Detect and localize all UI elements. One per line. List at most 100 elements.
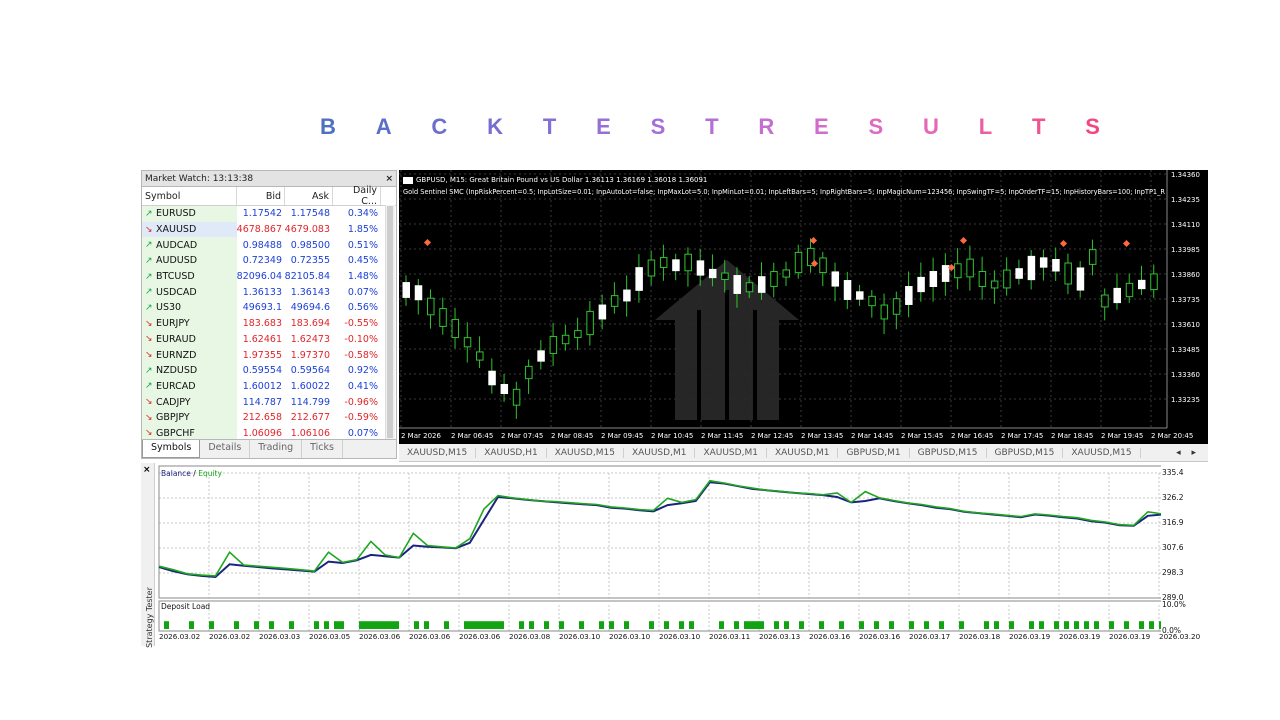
tab-scroll-arrows[interactable]: ◂ ▸ bbox=[1168, 448, 1208, 458]
market-watch-row[interactable]: ↗ BTCUSD 82096.04 82105.84 1.48% bbox=[142, 268, 396, 285]
symbol-cell[interactable]: ↘ EURJPY bbox=[142, 315, 237, 332]
bid-cell: 0.59554 bbox=[242, 365, 282, 377]
x-tick-label: 2026.03.18 bbox=[959, 632, 1001, 641]
arrow-up-icon: ↗ bbox=[145, 208, 153, 219]
change-cell: -0.59% bbox=[344, 412, 378, 424]
column-header-bid[interactable]: Bid bbox=[237, 187, 285, 205]
symbol-cell[interactable]: ↗ AUDUSD bbox=[142, 253, 237, 269]
column-header-ask[interactable]: Ask bbox=[285, 187, 333, 205]
symbol-cell[interactable]: ↗ BTCUSD bbox=[142, 268, 237, 285]
deposit-bar bbox=[924, 621, 929, 629]
market-watch-row[interactable]: ↘ EURAUD 1.62461 1.62473 -0.10% bbox=[142, 331, 396, 348]
symbol-cell[interactable]: ↗ US30 bbox=[142, 300, 237, 316]
x-tick-label: 2 Mar 09:45 bbox=[601, 432, 643, 440]
market-watch-row[interactable]: ↗ AUDUSD 0.72349 0.72355 0.45% bbox=[142, 253, 396, 269]
price-chart[interactable]: 1.34360 1.34235 1.34110 1.33985 1.33860 1.337… bbox=[399, 170, 1208, 444]
x-tick-label: 2 Mar 17:45 bbox=[1001, 432, 1043, 440]
y-tick-label: 335.4 bbox=[1162, 468, 1184, 477]
deposit-bar bbox=[624, 621, 629, 629]
scrollbar-thumb[interactable] bbox=[387, 206, 393, 438]
column-header-daily-change[interactable]: Daily C... bbox=[333, 185, 381, 207]
market-watch-row[interactable]: ↗ EURCAD 1.60012 1.60022 0.41% bbox=[142, 378, 396, 395]
market-watch-row[interactable]: ↗ AUDCAD 0.98488 0.98500 0.51% bbox=[142, 237, 396, 254]
chart-tab[interactable]: XAUUSD,M15 bbox=[547, 447, 624, 458]
x-tick-label: 2 Mar 12:45 bbox=[751, 432, 793, 440]
chart-tab[interactable]: GBPUSD,M1 bbox=[838, 447, 910, 458]
symbol-cell[interactable]: ↘ CADJPY bbox=[142, 394, 237, 410]
deposit-bar bbox=[359, 621, 364, 629]
chart-tab[interactable]: XAUUSD,M1 bbox=[695, 447, 767, 458]
close-icon[interactable]: × bbox=[385, 174, 393, 184]
market-watch-row[interactable]: ↗ USDCAD 1.36133 1.36143 0.07% bbox=[142, 284, 396, 301]
deposit-bar bbox=[544, 621, 549, 629]
symbol-name: GBPCHF bbox=[156, 427, 195, 439]
heading-letter: R bbox=[758, 114, 775, 139]
candle-body bbox=[782, 269, 790, 278]
trade-marker bbox=[1122, 239, 1131, 248]
tab-symbols[interactable]: Symbols bbox=[142, 440, 201, 458]
tab-details[interactable]: Details bbox=[200, 440, 251, 458]
chart-tab[interactable]: XAUUSD,M15 bbox=[1063, 447, 1141, 458]
deposit-bar bbox=[469, 621, 474, 629]
candle-body bbox=[966, 258, 974, 278]
chart-tab[interactable]: GBPUSD,M15 bbox=[910, 447, 987, 458]
symbol-cell[interactable]: ↗ USDCAD bbox=[142, 284, 237, 301]
symbol-cell[interactable]: ↗ NZDUSD bbox=[142, 362, 237, 379]
chart-tab[interactable]: XAUUSD,M1 bbox=[624, 447, 696, 458]
deposit-bar bbox=[1009, 621, 1014, 629]
symbol-cell[interactable]: ↘ GBPJPY bbox=[142, 409, 237, 426]
deposit-bar bbox=[389, 621, 394, 629]
heading-letter: S bbox=[1085, 114, 1100, 139]
deposit-bar bbox=[1064, 621, 1069, 629]
close-icon[interactable]: × bbox=[143, 465, 151, 475]
market-watch-row[interactable]: ↘ EURNZD 1.97355 1.97370 -0.58% bbox=[142, 347, 396, 363]
symbol-cell[interactable]: ↘ EURAUD bbox=[142, 331, 237, 348]
deposit-bar bbox=[364, 621, 369, 629]
column-header-symbol[interactable]: Symbol bbox=[142, 187, 237, 205]
bid-cell: 183.683 bbox=[242, 318, 282, 330]
symbol-name: AUDCAD bbox=[156, 239, 198, 251]
market-watch-row[interactable]: ↘ EURJPY 183.683 183.694 -0.55% bbox=[142, 315, 396, 332]
market-watch-row[interactable]: ↗ EURUSD 1.17542 1.17548 0.34% bbox=[142, 206, 396, 222]
heading-letter: T bbox=[542, 114, 557, 139]
chart-tab[interactable]: XAUUSD,M15 bbox=[399, 447, 477, 458]
page-heading: BACKTESTRESULTS bbox=[320, 114, 1100, 144]
arrow-up-icon: ↗ bbox=[145, 365, 153, 376]
symbol-cell[interactable]: ↗ AUDCAD bbox=[142, 237, 237, 254]
candle-body bbox=[978, 270, 987, 288]
bid-cell: 0.72349 bbox=[242, 255, 282, 267]
deposit-bar bbox=[1029, 621, 1034, 629]
market-watch-row[interactable]: ↗ US30 49693.1 49694.6 0.56% bbox=[142, 300, 396, 316]
price-chart-canvas[interactable]: 1.34360 1.34235 1.34110 1.33985 1.33860 1.337… bbox=[399, 170, 1208, 444]
deposit-bar bbox=[384, 621, 389, 629]
chart-tab[interactable]: GBPUSD,M15 bbox=[987, 447, 1064, 458]
chart-tab[interactable]: XAUUSD,H1 bbox=[476, 447, 547, 458]
arrow-up-icon: ↗ bbox=[145, 255, 153, 266]
candle-body bbox=[892, 298, 901, 315]
ask-cell: 49694.6 bbox=[290, 302, 330, 314]
change-cell: 0.51% bbox=[347, 239, 378, 251]
bid-cell: 1.60012 bbox=[242, 380, 282, 392]
candle-body bbox=[672, 259, 680, 272]
symbol-cell[interactable]: ↗ EURCAD bbox=[142, 378, 237, 395]
market-watch-row[interactable]: ↘ XAUUSD 4678.867 4679.083 1.85% bbox=[142, 221, 396, 238]
x-tick-label: 2026.03.17 bbox=[909, 632, 951, 641]
tab-ticks[interactable]: Ticks bbox=[302, 440, 343, 458]
ask-cell: 0.72355 bbox=[290, 255, 330, 267]
tab-trading[interactable]: Trading bbox=[250, 440, 303, 458]
ask-cell: 0.98500 bbox=[290, 239, 330, 251]
symbol-cell[interactable]: ↘ EURNZD bbox=[142, 347, 237, 363]
market-watch-row[interactable]: ↘ CADJPY 114.787 114.799 -0.96% bbox=[142, 394, 396, 410]
deposit-bar bbox=[889, 621, 894, 629]
candle-body bbox=[708, 268, 717, 279]
x-tick-label: 2 Mar 19:45 bbox=[1101, 432, 1143, 440]
chart-symbol-info: GBPUSD, M15: Great Britain Pound vs US D… bbox=[403, 176, 707, 184]
symbol-cell[interactable]: ↘ XAUUSD bbox=[142, 221, 237, 238]
market-watch-row[interactable]: ↘ GBPJPY 212.658 212.677 -0.59% bbox=[142, 409, 396, 426]
chart-tab[interactable]: XAUUSD,M1 bbox=[767, 447, 839, 458]
heading-letter: C bbox=[431, 114, 448, 139]
symbol-cell[interactable]: ↗ EURUSD bbox=[142, 206, 237, 222]
y-tick-label: 1.33610 bbox=[1171, 321, 1200, 329]
scrollbar[interactable] bbox=[385, 205, 395, 439]
market-watch-row[interactable]: ↗ NZDUSD 0.59554 0.59564 0.92% bbox=[142, 362, 396, 379]
